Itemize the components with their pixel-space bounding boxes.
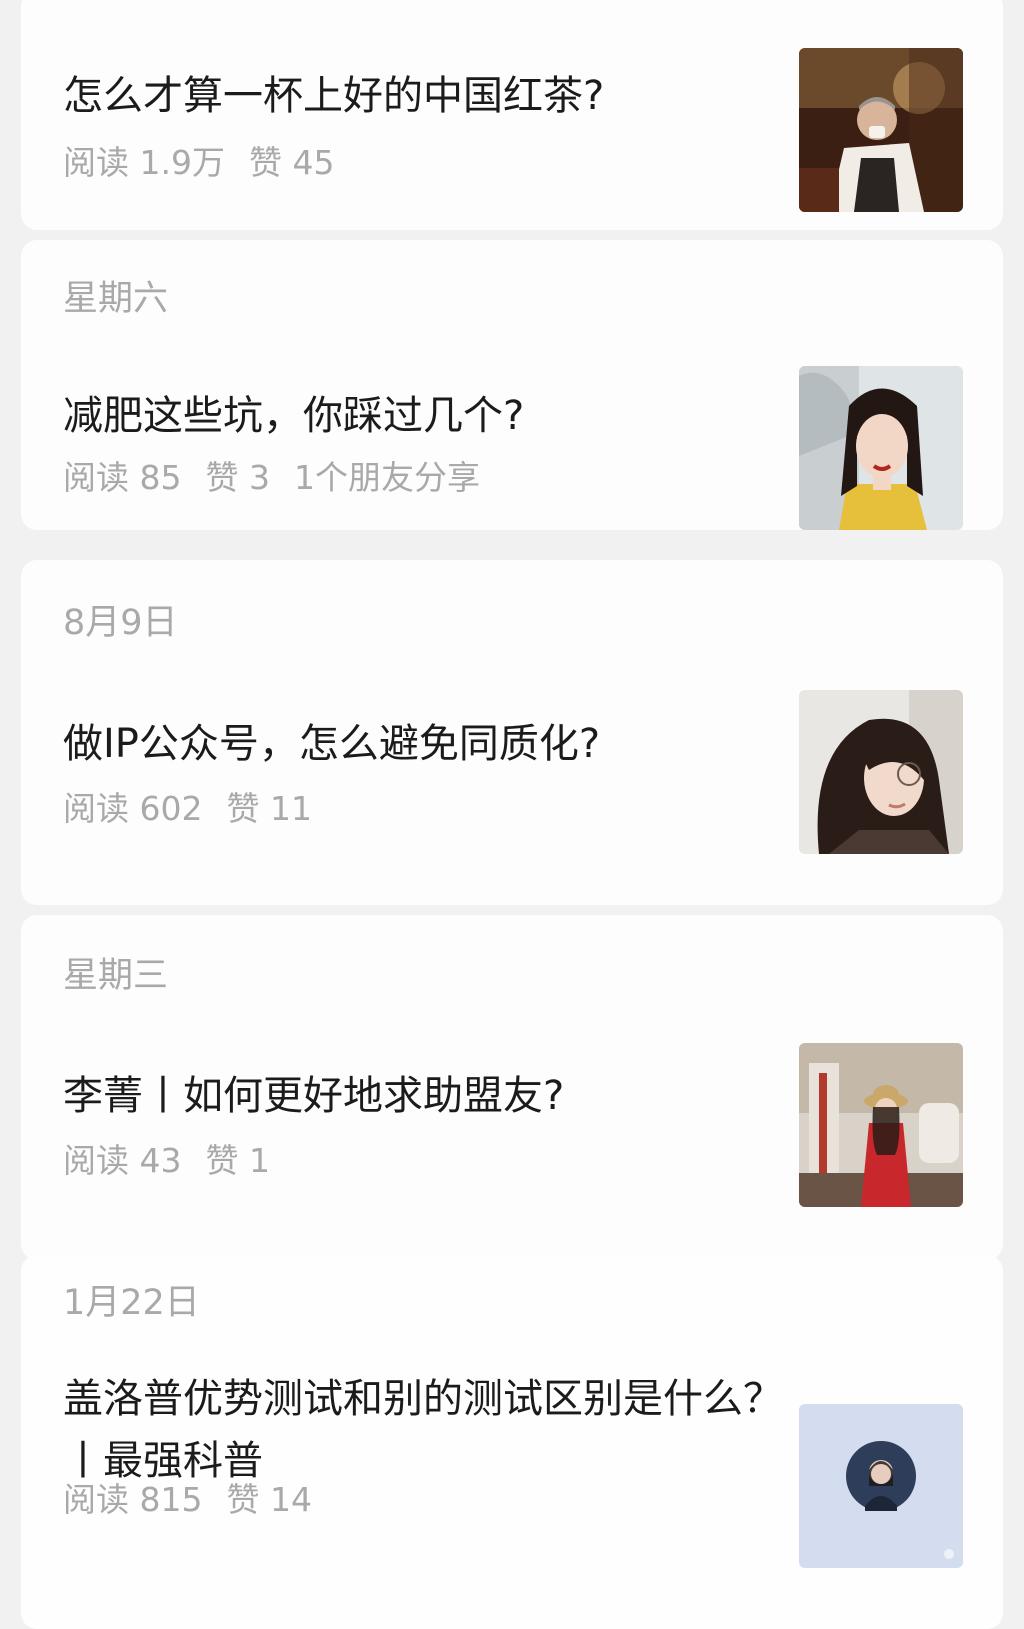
like-count: 赞 1: [205, 1141, 270, 1180]
article-card[interactable]: 星期六 减肥这些坑，你踩过几个? 阅读 85 赞 3 1个朋友分享: [21, 240, 1003, 530]
like-count: 赞 3: [205, 458, 270, 497]
read-count: 阅读 1.9万: [63, 143, 225, 182]
like-count: 赞 14: [226, 1480, 312, 1519]
read-count: 阅读 85: [63, 458, 182, 497]
read-count: 阅读 43: [63, 1141, 182, 1180]
article-title: 减肥这些坑，你踩过几个?: [63, 393, 525, 439]
article-title: 李菁丨如何更好地求助盟友?: [63, 1073, 565, 1119]
article-stats: 阅读 602 赞 11: [63, 789, 336, 829]
article-thumbnail: [799, 690, 963, 854]
article-thumbnail: [799, 1404, 963, 1568]
article-card[interactable]: 怎么才算一杯上好的中国红茶? 阅读 1.9万赞 45: [21, 0, 1003, 230]
publish-date: 8月9日: [63, 603, 178, 643]
article-title: 怎么才算一杯上好的中国红茶?: [63, 73, 605, 119]
article-stats: 阅读 815 赞 14: [63, 1480, 336, 1520]
article-title: 做IP公众号，怎么避免同质化?: [63, 721, 601, 767]
article-stats: 阅读 85 赞 3 1个朋友分享: [63, 458, 504, 498]
article-card[interactable]: 8月9日 做IP公众号，怎么避免同质化? 阅读 602 赞 11: [21, 560, 1003, 905]
article-card[interactable]: 1月22日 盖洛普优势测试和别的测试区别是什么？ 丨最强科普 阅读 815 赞 1…: [21, 1255, 1003, 1629]
article-stats: 阅读 43 赞 1: [63, 1141, 294, 1181]
share-count: 1个朋友分享: [293, 458, 480, 497]
article-thumbnail: [799, 48, 963, 212]
article-thumbnail: [799, 366, 963, 530]
publish-date: 星期六: [63, 279, 169, 319]
read-count: 阅读 602: [63, 789, 203, 828]
article-thumbnail: [799, 1043, 963, 1207]
read-count: 阅读 815: [63, 1480, 203, 1519]
publish-date: 星期三: [63, 956, 169, 996]
like-count: 赞 45: [248, 143, 335, 182]
like-count: 赞 11: [226, 789, 312, 828]
article-title: 盖洛普优势测试和别的测试区别是什么？ 丨最强科普: [63, 1376, 783, 1484]
article-card[interactable]: 星期三 李菁丨如何更好地求助盟友? 阅读 43 赞 1: [21, 915, 1003, 1260]
article-stats: 阅读 1.9万赞 45: [63, 143, 358, 183]
publish-date: 1月22日: [63, 1283, 200, 1323]
